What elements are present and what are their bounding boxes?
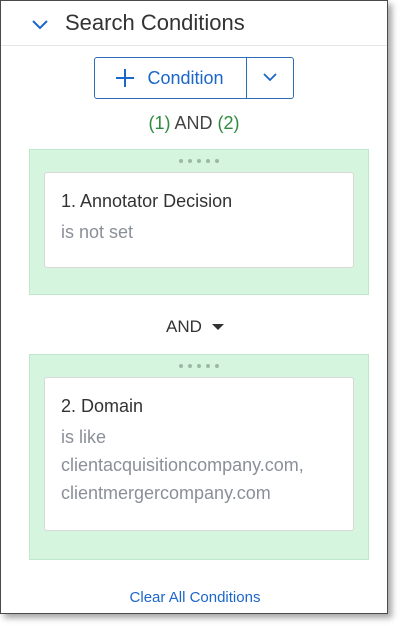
add-condition-button[interactable]: Condition: [95, 58, 245, 98]
condition-operator: is like: [61, 427, 107, 447]
condition-name: 1. Annotator Decision: [61, 191, 233, 211]
condition-name: 2. Domain: [61, 396, 144, 416]
add-condition-label: Condition: [147, 67, 224, 88]
drag-handle[interactable]: [30, 355, 368, 377]
condition-value: clientacquisitioncompany.com,: [61, 455, 304, 475]
panel-title: Search Conditions: [65, 10, 245, 35]
condition-group-2: 2. Domain is like clientacquisitioncompa…: [29, 354, 369, 560]
condition-operator: is not set: [61, 222, 134, 242]
add-condition-row: Condition: [1, 57, 387, 99]
logic-ref-2: (2): [217, 113, 240, 133]
condition-value: clientmergercompany.com: [61, 483, 271, 503]
plus-icon: [115, 68, 135, 88]
chevron-down-icon: [262, 69, 278, 87]
panel-header[interactable]: Search Conditions: [1, 1, 387, 46]
group-operator[interactable]: AND: [1, 317, 387, 337]
search-conditions-panel: Search Conditions Condition (1) AND (2) …: [0, 0, 388, 614]
condition-group-1: 1. Annotator Decision is not set: [29, 149, 369, 295]
chevron-down-icon[interactable]: [31, 17, 49, 30]
logic-ref-1: (1): [148, 113, 171, 133]
add-condition-dropdown-button[interactable]: [245, 58, 293, 98]
group-operator-label: AND: [166, 317, 202, 336]
add-condition-split-button: Condition: [94, 57, 294, 99]
condition-card-2[interactable]: 2. Domain is like clientacquisitioncompa…: [44, 377, 354, 531]
logic-expression: (1) AND (2): [1, 113, 387, 134]
condition-card-1[interactable]: 1. Annotator Decision is not set: [44, 172, 354, 268]
drag-handle[interactable]: [30, 150, 368, 172]
logic-and: AND: [174, 113, 213, 133]
caret-down-icon: [211, 324, 224, 330]
clear-all-conditions-link[interactable]: Clear All Conditions: [1, 589, 387, 606]
